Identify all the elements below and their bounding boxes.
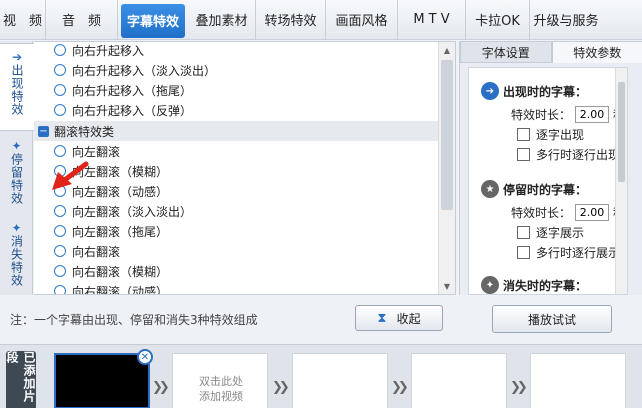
tab-upgrade[interactable]: 升级与服务 bbox=[530, 0, 602, 40]
effect-type-tabs: ➔ 出现特效 ✦ 停留特效 ✦ 消失特效 bbox=[0, 41, 34, 295]
stay-icon: ✦ bbox=[11, 139, 22, 153]
enter-arrow-icon: ➔ bbox=[481, 82, 499, 100]
chevron-right-icon: ❯❯ bbox=[152, 380, 170, 395]
exit-arrow-icon: ✦ bbox=[11, 221, 22, 235]
settings-scrollbar[interactable] bbox=[615, 68, 627, 294]
added-clips-label: 已添加片段 bbox=[5, 351, 36, 408]
tab-karaoke[interactable]: 卡拉OK bbox=[466, 0, 530, 40]
stay-duration-row: 特效时长： 秒 bbox=[511, 204, 625, 221]
list-item[interactable]: 向左翻滚（淡入淡出） bbox=[54, 201, 192, 221]
radio-button[interactable] bbox=[54, 84, 66, 96]
tab-style[interactable]: 画面风格 bbox=[326, 0, 398, 40]
checkbox[interactable] bbox=[517, 148, 530, 161]
checkbox-line-by-line-stay[interactable]: 多行时逐行展示 bbox=[517, 244, 620, 261]
radio-button[interactable] bbox=[54, 44, 66, 56]
effect-list[interactable]: 向右升起移入 向右升起移入（淡入淡出） 向右升起移入（拖尾） 向右升起移入（反弹… bbox=[34, 41, 456, 295]
chevron-right-icon: ❯❯ bbox=[510, 380, 528, 395]
disappear-section-title: ✦ 消失时的字幕： bbox=[481, 276, 587, 294]
star-icon: ★ bbox=[481, 180, 499, 198]
vtab-exit[interactable]: ✦ 消失特效 bbox=[0, 215, 33, 295]
effect-note: 注：一个字幕由出现、停留和消失3种特效组成 bbox=[10, 313, 258, 327]
clip-slot[interactable] bbox=[292, 353, 388, 408]
scroll-down-icon[interactable]: ▼ bbox=[439, 278, 455, 294]
checkbox[interactable] bbox=[517, 226, 530, 239]
clip-timeline: 已添加片段 bbox=[0, 344, 642, 408]
list-item[interactable]: 向右升起移入（反弹） bbox=[54, 100, 192, 120]
clip-slot-filled[interactable] bbox=[54, 353, 150, 408]
list-item[interactable]: 向右翻滚 bbox=[54, 241, 120, 261]
radio-button[interactable] bbox=[54, 205, 66, 217]
radio-button[interactable] bbox=[54, 145, 66, 157]
clip-slot[interactable] bbox=[411, 353, 507, 408]
tab-font-settings[interactable]: 字体设置 bbox=[460, 41, 552, 63]
radio-button[interactable] bbox=[54, 245, 66, 257]
tab-mtv[interactable]: M T V bbox=[398, 0, 466, 40]
tab-audio[interactable]: 音 频 bbox=[46, 0, 118, 40]
chevron-right-icon: ❯❯ bbox=[391, 380, 409, 395]
appear-duration-input[interactable] bbox=[575, 106, 610, 123]
list-item[interactable]: 向左翻滚 bbox=[54, 141, 120, 161]
tab-video[interactable]: 视 频 bbox=[0, 0, 46, 40]
add-video-placeholder[interactable]: 双击此处 添加视频 bbox=[176, 374, 266, 404]
close-icon[interactable]: ✕ bbox=[137, 349, 153, 365]
tab-transition[interactable]: 转场特效 bbox=[256, 0, 326, 40]
clip-slot[interactable] bbox=[530, 353, 626, 408]
enter-arrow-icon: ➔ bbox=[11, 50, 23, 64]
tab-effect-params[interactable]: 特效参数 bbox=[551, 41, 642, 63]
collapse-minus-icon[interactable]: − bbox=[38, 125, 49, 137]
list-item[interactable]: 向右升起移入（淡入淡出） bbox=[54, 60, 216, 80]
play-preview-button[interactable]: 播放试试 bbox=[492, 305, 612, 333]
hourglass-icon: ⧗ bbox=[377, 310, 387, 326]
appear-section-title: ➔ 出现时的字幕： bbox=[481, 82, 587, 100]
effect-params-content: ➔ 出现时的字幕： 特效时长： 秒 逐字出现 多行时逐行出现 ★ 停留时的字幕：… bbox=[468, 67, 628, 295]
checkbox-line-by-line-appear[interactable]: 多行时逐行出现 bbox=[517, 146, 620, 163]
top-tab-bar: 视 频 音 频 字幕特效 叠加素材 转场特效 画面风格 M T V 卡拉OK 升… bbox=[0, 0, 642, 40]
stay-section-title: ★ 停留时的字幕： bbox=[481, 180, 587, 198]
settings-panel: 字体设置 特效参数 ➔ 出现时的字幕： 特效时长： 秒 逐字出现 多行时逐行出现… bbox=[459, 41, 642, 295]
list-item[interactable]: 向右升起移入（拖尾） bbox=[54, 80, 192, 100]
checkbox-char-by-char-stay[interactable]: 逐字展示 bbox=[517, 224, 584, 241]
checkbox[interactable] bbox=[517, 246, 530, 259]
group-header[interactable]: − 翻滚特效类 bbox=[34, 121, 438, 141]
list-item[interactable]: 向右翻滚（模糊） bbox=[54, 261, 168, 281]
radio-button[interactable] bbox=[54, 225, 66, 237]
tab-overlay[interactable]: 叠加素材 bbox=[188, 0, 256, 40]
vtab-enter[interactable]: ➔ 出现特效 bbox=[0, 43, 34, 131]
radio-button[interactable] bbox=[54, 265, 66, 277]
radio-button[interactable] bbox=[54, 64, 66, 76]
list-item[interactable]: 向右升起移入 bbox=[54, 42, 144, 60]
checkbox-char-by-char-appear[interactable]: 逐字出现 bbox=[517, 126, 584, 143]
radio-button[interactable] bbox=[54, 104, 66, 116]
vtab-stay[interactable]: ✦ 停留特效 bbox=[0, 133, 33, 215]
exit-star-icon: ✦ bbox=[481, 276, 499, 294]
scroll-thumb[interactable] bbox=[441, 60, 453, 210]
appear-duration-row: 特效时长： 秒 bbox=[511, 106, 625, 123]
tab-subtitle-effects[interactable]: 字幕特效 bbox=[121, 3, 185, 38]
scroll-thumb[interactable] bbox=[618, 82, 625, 182]
list-scrollbar[interactable]: ▲ ▼ bbox=[438, 42, 455, 294]
collapse-button[interactable]: ⧗ 收起 bbox=[355, 305, 443, 331]
radio-button[interactable] bbox=[54, 285, 66, 294]
checkbox[interactable] bbox=[517, 128, 530, 141]
list-item[interactable]: 向左翻滚（拖尾） bbox=[54, 221, 168, 241]
list-item[interactable]: 向右翻滚（动感） bbox=[54, 281, 168, 294]
settings-tabs: 字体设置 特效参数 bbox=[460, 41, 642, 63]
scroll-up-icon[interactable]: ▲ bbox=[439, 42, 455, 58]
stay-duration-input[interactable] bbox=[575, 204, 610, 221]
chevron-right-icon: ❯❯ bbox=[272, 380, 290, 395]
red-arrow-icon bbox=[52, 161, 89, 190]
